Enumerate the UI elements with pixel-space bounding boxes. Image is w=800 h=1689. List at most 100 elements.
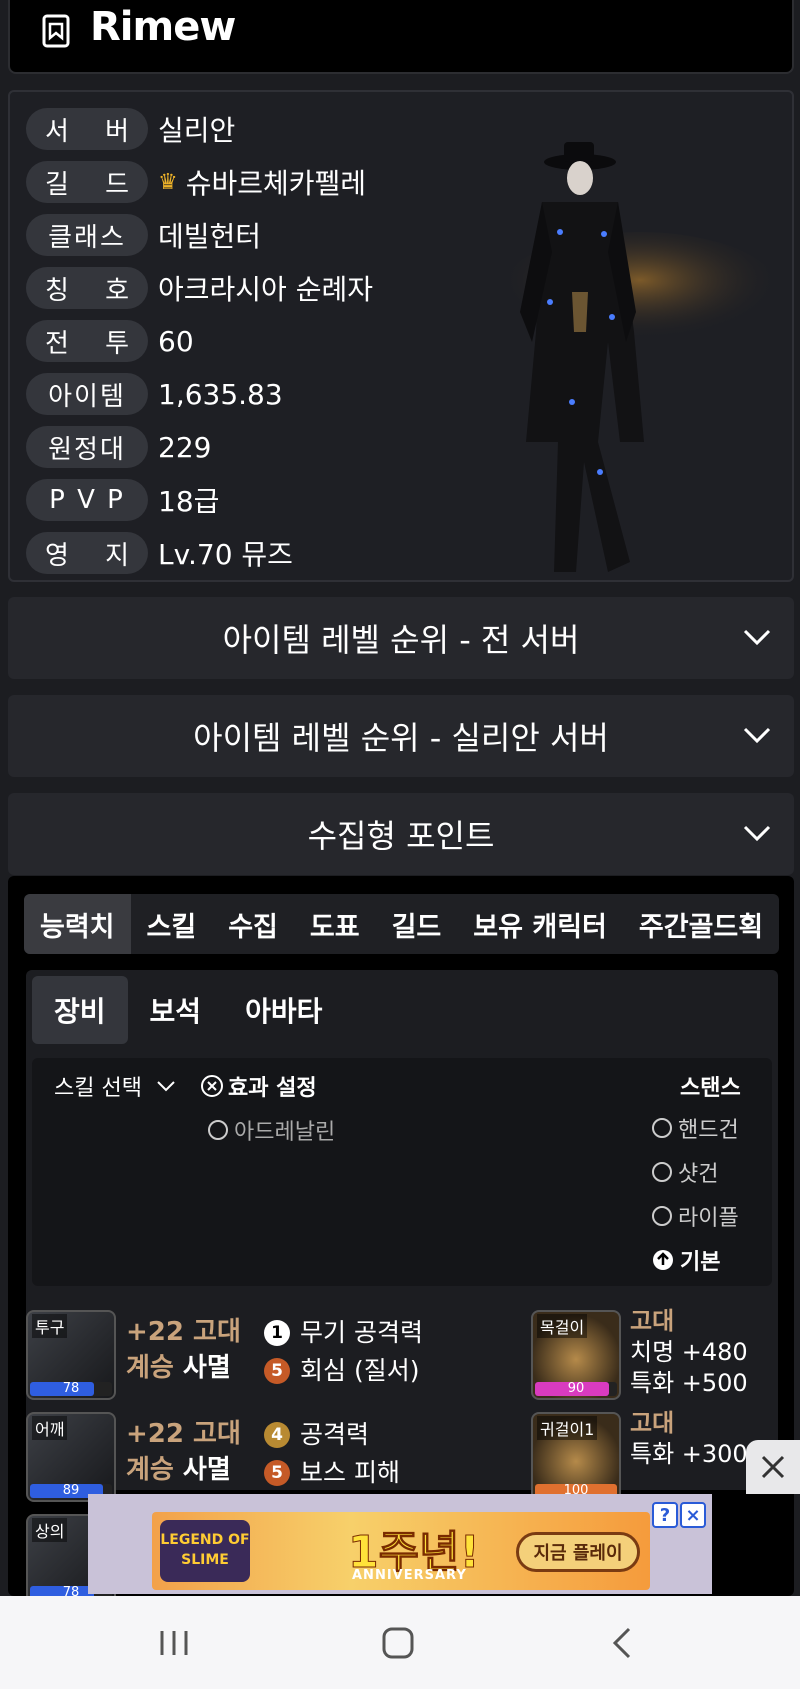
option-label: 기본 <box>680 1250 721 1275</box>
ad-creative[interactable]: LEGEND OF SLIME 1주년! ANNIVERSARY 지금 플레이 <box>152 1512 650 1590</box>
accessory-stat: 특화 +500 <box>630 1369 748 1397</box>
stance-title: 스탠스 <box>680 1076 741 1101</box>
ad-info-icon[interactable]: ? <box>652 1502 678 1528</box>
slot-name: 상의 <box>32 1518 68 1542</box>
option-label: 핸드건 <box>678 1118 739 1143</box>
app-title[interactable]: Rimew <box>90 4 236 50</box>
info-row-estate: 영 지 Lv.70 뮤즈 <box>26 531 293 575</box>
info-label: 길 드 <box>26 161 148 203</box>
ad-banner[interactable]: LEGEND OF SLIME 1주년! ANNIVERSARY 지금 플레이 … <box>88 1494 712 1594</box>
equipment-grade: +22 고대 계승 사멸 <box>126 1416 241 1488</box>
subtab-equipment[interactable]: 장비 <box>32 976 128 1044</box>
slot-name: 목걸이 <box>537 1314 588 1338</box>
tab-stats[interactable]: 능력치 <box>24 894 131 954</box>
accessory-slot-earring[interactable]: 귀걸이1 100 <box>531 1412 621 1502</box>
accessory-info: 고대 치명 +480 특화 +500 <box>630 1306 748 1399</box>
equipment-effects: 4 공격력 5 보스 피해 <box>264 1416 400 1492</box>
accessory-grade: 고대 <box>630 1307 675 1335</box>
info-label: 클래스 <box>26 214 148 256</box>
stance-rifle[interactable]: 라이플 <box>652 1200 739 1232</box>
close-icon <box>761 1455 785 1479</box>
accessory-slot-necklace[interactable]: 목걸이 90 <box>531 1310 621 1400</box>
accessory-grade: 고대 <box>630 1409 675 1437</box>
tab-skills[interactable]: 스킬 <box>131 894 213 954</box>
grade-label: +22 고대 <box>126 1419 241 1449</box>
effect-level: 5 <box>264 1358 290 1384</box>
option-label: 라이플 <box>678 1206 739 1231</box>
effect-level: 1 <box>264 1320 290 1346</box>
collapse-rank-silian[interactable]: 아이템 레벨 순위 - 실리안 서버 <box>8 695 794 777</box>
chevron-down-icon <box>743 629 771 646</box>
back-icon[interactable] <box>592 1620 652 1666</box>
tab-characters[interactable]: 보유 캐릭터 <box>457 894 623 954</box>
quality-bar: 90 <box>535 1382 617 1396</box>
effect-text: 공격력 <box>300 1420 370 1449</box>
collapse-rank-all-servers[interactable]: 아이템 레벨 순위 - 전 서버 <box>8 597 794 679</box>
quality-value: 89 <box>62 1483 80 1498</box>
ad-play-button[interactable]: 지금 플레이 <box>516 1532 640 1572</box>
bookmark-icon[interactable] <box>40 14 72 48</box>
collapse-collection-points[interactable]: 수집형 포인트 <box>8 793 794 875</box>
equipment-slot[interactable]: 어깨 89 <box>26 1412 116 1502</box>
sub-tabs: 장비 보석 아바타 <box>32 976 344 1044</box>
section-title: 아이템 레벨 순위 - 실리안 서버 <box>193 719 609 757</box>
stance-handgun[interactable]: 핸드건 <box>652 1112 739 1144</box>
info-value: 18급 <box>158 485 220 518</box>
ad-close-button[interactable] <box>746 1440 800 1494</box>
info-value: 229 <box>158 430 212 464</box>
info-value: Lv.70 뮤즈 <box>158 538 293 571</box>
tab-collection[interactable]: 수집 <box>212 894 294 954</box>
crown-icon: ♛ <box>158 169 178 195</box>
info-label: 아이템 <box>26 373 148 415</box>
equipment-row-helmet[interactable]: 투구 78 +22 고대 계승 사멸 1 무기 공격력 5 회심 (질서) 목걸이 … <box>26 1307 786 1406</box>
tab-guild[interactable]: 길드 <box>376 894 458 954</box>
quality-bar-fill <box>30 1586 94 1596</box>
ad-logo: LEGEND OF SLIME <box>160 1520 250 1582</box>
effect-level: 4 <box>264 1422 290 1448</box>
effect-setting-label: 효과 설정 <box>228 1076 317 1101</box>
equipment-slot[interactable]: 투구 78 <box>26 1310 116 1400</box>
skill-select-label: 스킬 선택 <box>54 1076 142 1101</box>
home-icon[interactable] <box>368 1620 428 1666</box>
slot-name: 귀걸이1 <box>537 1416 598 1440</box>
subtab-avatar[interactable]: 아바타 <box>223 976 344 1044</box>
stance-shotgun[interactable]: 샷건 <box>652 1156 718 1188</box>
radio-icon <box>652 1162 672 1182</box>
info-label: 서 버 <box>26 108 148 150</box>
stance-basic[interactable]: 기본 <box>652 1244 720 1276</box>
effect-setting-button[interactable]: 효과 설정 <box>200 1070 317 1102</box>
main-tabs: 능력치 스킬 수집 도표 길드 보유 캐릭터 주간골드획 <box>24 894 779 954</box>
ad-subline: ANNIVERSARY <box>352 1568 467 1583</box>
info-row-title: 칭 호 아크라시아 순례자 <box>26 266 373 310</box>
section-title: 수집형 포인트 <box>307 817 495 855</box>
accessory-stat: 특화 +300 <box>630 1440 748 1468</box>
detail-panel: 능력치 스킬 수집 도표 길드 보유 캐릭터 주간골드획 장비 보석 아바타 스… <box>8 876 794 1596</box>
option-adrenaline[interactable]: 아드레날린 <box>208 1114 335 1146</box>
effect-text: 무기 공격력 <box>300 1318 423 1347</box>
subtab-gems[interactable]: 보석 <box>128 976 224 1044</box>
recent-apps-icon[interactable] <box>144 1620 204 1666</box>
info-label: 영 지 <box>26 532 148 574</box>
character-portrait <box>500 142 780 572</box>
info-row-pvp: P V P 18급 <box>26 478 219 522</box>
option-label: 아드레날린 <box>234 1120 336 1145</box>
slot-name: 어깨 <box>32 1416 68 1440</box>
quality-value: 78 <box>62 1381 80 1396</box>
effect-line: 4 공격력 <box>264 1416 400 1454</box>
info-value: 60 <box>158 324 194 358</box>
set-prefix: 계승 <box>126 1353 174 1383</box>
info-row-combat: 전 투 60 <box>26 319 194 363</box>
ad-dismiss-icon[interactable]: × <box>680 1502 706 1528</box>
info-row-item-level: 아이템 1,635.83 <box>26 372 283 416</box>
radio-icon <box>208 1120 228 1140</box>
quality-value: 78 <box>62 1585 80 1597</box>
quality-bar-fill <box>30 1382 94 1396</box>
info-label: P V P <box>26 479 148 521</box>
skill-options: 스킬 선택 효과 설정 아드레날린 스탠스 핸드건 샷건 라이플 기본 <box>32 1058 772 1286</box>
tab-charts[interactable]: 도표 <box>294 894 376 954</box>
tab-weekly-gold[interactable]: 주간골드획 <box>623 894 779 954</box>
info-label: 원정대 <box>26 426 148 468</box>
skill-select-dropdown[interactable]: 스킬 선택 <box>54 1070 176 1102</box>
info-value: 실리안 <box>158 114 236 147</box>
info-label: 칭 호 <box>26 267 148 309</box>
